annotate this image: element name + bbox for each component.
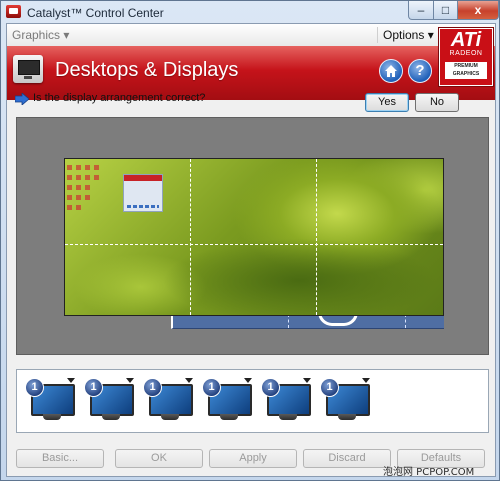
display-thumbnail[interactable]: 1 bbox=[25, 378, 75, 424]
help-button[interactable]: ? bbox=[408, 59, 432, 83]
display-thumbnail[interactable]: 1 bbox=[202, 378, 252, 424]
monitor-stand bbox=[102, 414, 120, 420]
desktop-window-preview bbox=[123, 174, 163, 212]
maximize-button[interactable]: □ bbox=[433, 1, 458, 20]
apply-button[interactable]: Apply bbox=[209, 449, 297, 468]
display-number-badge: 1 bbox=[143, 378, 162, 397]
logo-badge: PREMIUM GRAPHICS bbox=[445, 62, 487, 79]
client-area: Graphics ▾ Options ▾ Desktops & Displays… bbox=[6, 23, 496, 477]
display-number-badge: 1 bbox=[202, 378, 221, 397]
display-thumbnail[interactable]: 1 bbox=[143, 378, 193, 424]
logo-text: ATi bbox=[450, 29, 482, 51]
close-button[interactable]: x bbox=[457, 1, 499, 20]
chevron-down-icon[interactable] bbox=[67, 378, 75, 383]
ok-button[interactable]: OK bbox=[115, 449, 203, 468]
monitor-icon bbox=[13, 55, 43, 83]
chevron-down-icon[interactable] bbox=[185, 378, 193, 383]
app-icon bbox=[6, 5, 21, 18]
no-button[interactable]: No bbox=[415, 93, 459, 112]
display-number-badge: 1 bbox=[261, 378, 280, 397]
home-button[interactable] bbox=[379, 59, 403, 83]
options-menu[interactable]: Options ▾ bbox=[383, 28, 434, 42]
monitor-stand bbox=[279, 414, 297, 420]
discard-button[interactable]: Discard bbox=[303, 449, 391, 468]
ccc-window: Catalyst™ Control Center – □ x Graphics … bbox=[0, 0, 500, 481]
graphics-menu[interactable]: Graphics ▾ bbox=[12, 28, 69, 42]
grid-divider bbox=[65, 244, 443, 245]
arrow-right-icon bbox=[15, 93, 29, 105]
arrangement-prompt: Is the display arrangement correct? bbox=[33, 92, 206, 104]
monitor-stand bbox=[43, 414, 61, 420]
monitor-stand bbox=[161, 414, 179, 420]
logo-line: RADEON bbox=[449, 50, 483, 57]
desktop-icons bbox=[67, 165, 111, 219]
grid-divider bbox=[405, 314, 406, 328]
home-icon bbox=[385, 65, 397, 77]
ati-logo: ATi RADEON PREMIUM GRAPHICS bbox=[439, 28, 493, 86]
monitor-stand bbox=[338, 414, 356, 420]
secondary-desktop[interactable] bbox=[171, 312, 444, 329]
basic-button[interactable]: Basic... bbox=[16, 449, 104, 468]
menu-bar: Graphics ▾ Options ▾ bbox=[7, 24, 495, 47]
display-thumbnail[interactable]: 1 bbox=[261, 378, 311, 424]
grid-divider bbox=[288, 314, 289, 328]
window-title: Catalyst™ Control Center bbox=[27, 6, 164, 20]
display-thumbnail[interactable]: 1 bbox=[320, 378, 370, 424]
monitor-stand bbox=[220, 414, 238, 420]
primary-desktop[interactable] bbox=[64, 158, 444, 316]
grid-divider bbox=[316, 159, 317, 315]
display-number-badge: 1 bbox=[25, 378, 44, 397]
display-thumbnail[interactable]: 1 bbox=[84, 378, 134, 424]
display-thumbnails: 1 1 1 1 1 1 bbox=[16, 369, 489, 433]
chevron-down-icon[interactable] bbox=[362, 378, 370, 383]
display-number-badge: 1 bbox=[84, 378, 103, 397]
display-number-badge: 1 bbox=[320, 378, 339, 397]
watermark: 泡泡网 PCPOP.COM bbox=[383, 467, 475, 478]
page-title: Desktops & Displays bbox=[55, 59, 239, 81]
desktop-arrangement-area[interactable] bbox=[16, 117, 489, 355]
chevron-down-icon[interactable] bbox=[303, 378, 311, 383]
menu-separator bbox=[377, 27, 378, 43]
yes-button[interactable]: Yes bbox=[365, 93, 409, 112]
chevron-down-icon[interactable] bbox=[244, 378, 252, 383]
minimize-button[interactable]: – bbox=[408, 1, 434, 20]
grid-divider bbox=[190, 159, 191, 315]
chevron-down-icon[interactable] bbox=[126, 378, 134, 383]
title-bar[interactable]: Catalyst™ Control Center – □ x bbox=[1, 1, 499, 23]
